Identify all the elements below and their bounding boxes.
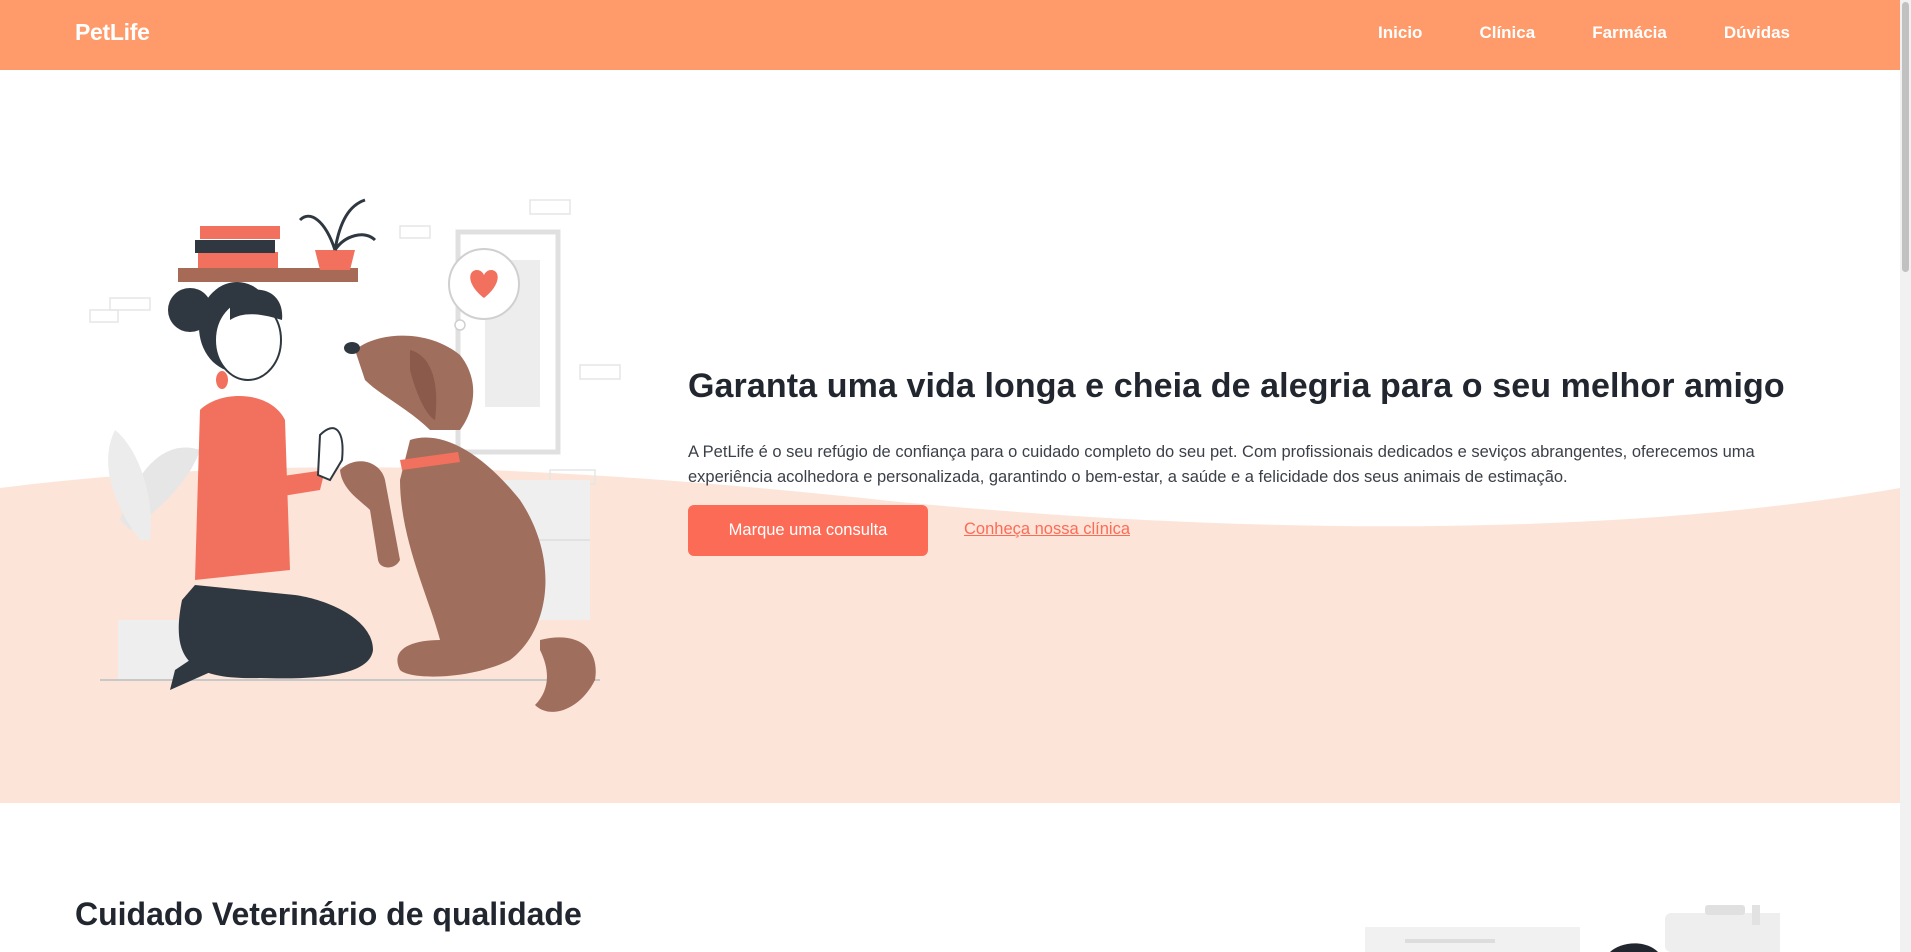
navbar: PetLife Inicio Clínica Farmácia Dúvidas (0, 0, 1900, 70)
clinic-link[interactable]: Conheça nossa clínica (964, 520, 1130, 539)
services-section-title: Cuidado Veterinário de qualidade (75, 896, 582, 932)
hero-title: Garanta uma vida longa e cheia de alegri… (688, 367, 1785, 405)
book-appointment-button[interactable]: Marque uma consulta (688, 505, 928, 556)
hero-description: A PetLife é o seu refúgio de confiança p… (688, 443, 1755, 486)
nav-link-farmacia[interactable]: Farmácia (1592, 23, 1667, 43)
nav-link-inicio[interactable]: Inicio (1378, 23, 1422, 43)
main-nav: Inicio Clínica Farmácia Dúvidas (1378, 23, 1790, 43)
scrollbar-thumb[interactable] (1902, 2, 1909, 272)
nav-link-clinica[interactable]: Clínica (1479, 23, 1535, 43)
nav-link-duvidas[interactable]: Dúvidas (1724, 23, 1790, 43)
brand-logo[interactable]: PetLife (75, 19, 150, 46)
page-scrollbar[interactable] (1900, 0, 1911, 952)
woman-high-five-dog-illustration (89, 198, 621, 712)
hero-section: Garanta uma vida longa e cheia de alegri… (0, 70, 1900, 803)
vet-clinic-illustration (1365, 905, 1780, 952)
